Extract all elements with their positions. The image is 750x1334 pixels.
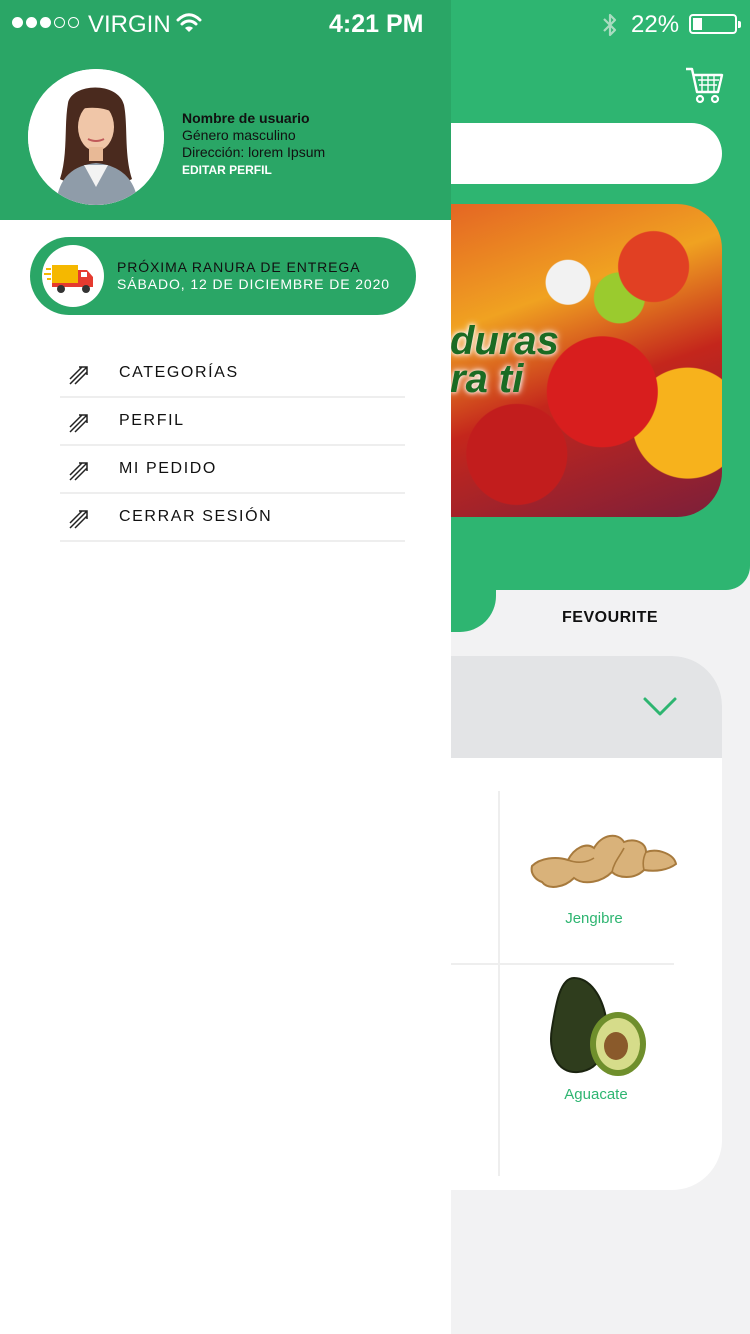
cart-icon[interactable]: [684, 66, 724, 109]
clock: 4:21 PM: [329, 10, 424, 38]
menu-item-profile[interactable]: PERFIL: [60, 398, 405, 446]
side-drawer: Nombre de usuario Género masculino Direc…: [0, 0, 451, 1334]
banner-text: duras ra ti: [450, 319, 559, 401]
avocado-icon[interactable]: [546, 974, 650, 1082]
status-bar: VIRGIN 4:21 PM 22%: [0, 0, 750, 50]
arrow-up-right-icon: [69, 366, 88, 385]
user-gender: Género masculino: [182, 127, 296, 143]
menu-item-label: CATEGORÍAS: [119, 364, 239, 381]
menu-item-label: CERRAR SESIÓN: [119, 508, 273, 525]
carrier-name: VIRGIN: [88, 11, 171, 38]
delivery-slot-text: PRÓXIMA RANURA DE ENTREGA SÁBADO, 12 DE …: [117, 259, 390, 293]
wifi-icon: [176, 13, 202, 32]
bluetooth-icon: [603, 13, 617, 37]
arrow-up-right-icon: [69, 414, 88, 433]
product-name[interactable]: Aguacate: [536, 1086, 656, 1103]
menu-item-categories[interactable]: CATEGORÍAS: [60, 350, 405, 398]
battery-icon: [689, 14, 741, 34]
edit-profile-link[interactable]: EDITAR PERFIL: [182, 162, 325, 178]
chevron-down-icon[interactable]: [642, 696, 678, 718]
menu-item-label: PERFIL: [119, 412, 185, 429]
arrow-up-right-icon: [69, 510, 88, 529]
grid-divider: [498, 791, 500, 1176]
user-name: Nombre de usuario: [182, 110, 310, 126]
tab-favourite[interactable]: FEVOURITE: [562, 609, 658, 627]
battery-percentage: 22%: [631, 11, 680, 38]
delivery-slot-label: PRÓXIMA RANURA DE ENTREGA: [117, 259, 361, 275]
menu-item-my-order[interactable]: MI PEDIDO: [60, 446, 405, 494]
menu-item-logout[interactable]: CERRAR SESIÓN: [60, 494, 405, 542]
product-name[interactable]: Jengibre: [534, 910, 654, 927]
user-info: Nombre de usuario Género masculino Direc…: [182, 110, 325, 178]
delivery-slot-date: SÁBADO, 12 DE DICIEMBRE DE 2020: [117, 276, 390, 292]
avatar[interactable]: [28, 69, 164, 205]
truck-icon: [42, 245, 104, 307]
menu-item-label: MI PEDIDO: [119, 460, 217, 477]
drawer-menu: CATEGORÍAS PERFIL MI PEDIDO CERRAR SESIÓ…: [60, 350, 405, 542]
delivery-slot-banner[interactable]: PRÓXIMA RANURA DE ENTREGA SÁBADO, 12 DE …: [30, 237, 416, 315]
ginger-icon[interactable]: [528, 828, 680, 894]
user-address: Dirección: lorem Ipsum: [182, 144, 326, 160]
signal-strength-icon: [12, 17, 79, 28]
arrow-up-right-icon: [69, 462, 88, 481]
